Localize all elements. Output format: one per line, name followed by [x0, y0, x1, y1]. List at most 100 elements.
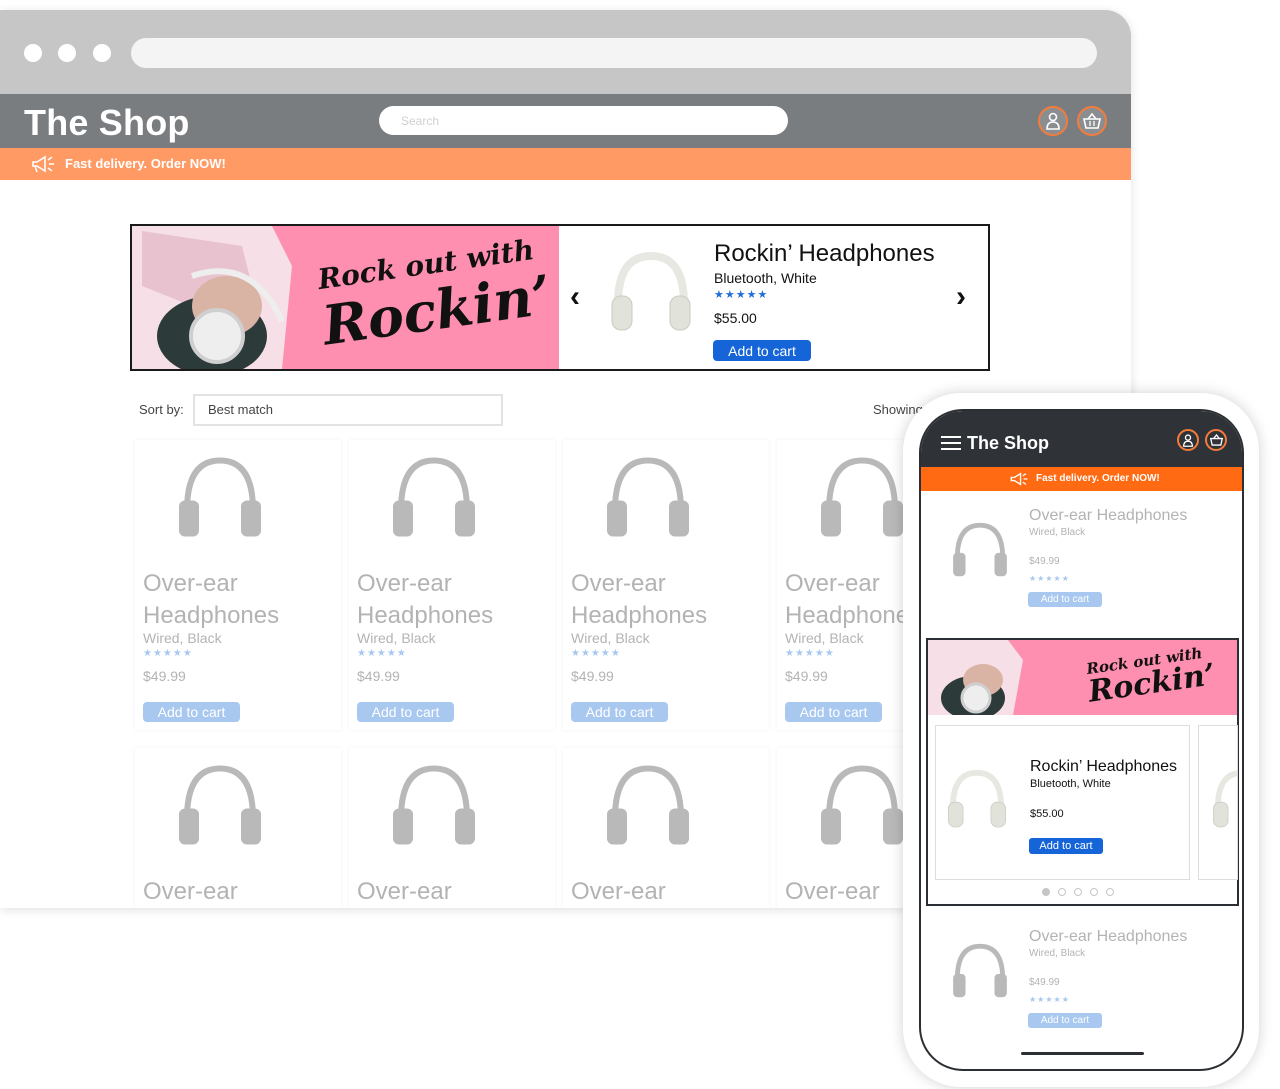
mobile-hero-product-price: $55.00	[1030, 808, 1064, 820]
product-name[interactable]: Over-ear	[357, 876, 557, 908]
carousel-dot[interactable]	[1058, 888, 1066, 896]
carousel-dot[interactable]	[1074, 888, 1082, 896]
headphones-icon	[821, 765, 903, 845]
headphones-icon	[179, 765, 261, 845]
product-name[interactable]: Over-ear Headphones	[1029, 507, 1187, 525]
mobile-product-card[interactable]: Over-ear Headphones Wired, Black $49.99 …	[921, 497, 1242, 627]
product-card[interactable]: Over-ear	[349, 748, 555, 908]
user-icon[interactable]	[1038, 106, 1068, 136]
product-name[interactable]: Over-ear Headphones	[571, 568, 771, 632]
product-price: $49.99	[143, 668, 186, 684]
chevron-right-icon[interactable]: ›	[956, 280, 966, 314]
product-card[interactable]: Over-ear Headphones Wired, Black ★★★★★ $49.…	[349, 440, 555, 730]
headphones-icon	[607, 765, 689, 845]
hero-banner-image[interactable]: Rock out with Rockin’	[132, 226, 559, 369]
sort-select[interactable]: Best match	[193, 394, 503, 426]
mobile-shop-logo[interactable]: The Shop	[967, 433, 1049, 454]
product-price: $49.99	[357, 668, 400, 684]
mobile-hero-product-subtitle: Bluetooth, White	[1030, 778, 1111, 790]
product-spec: Wired, Black	[1029, 527, 1086, 538]
add-to-cart-button[interactable]: Add to cart	[1028, 1013, 1102, 1028]
rating-stars: ★★★★★	[571, 648, 621, 659]
headphones-icon	[953, 522, 1007, 577]
product-card[interactable]: Over-ear Headphones Wired, Black ★★★★★ $49.…	[563, 440, 769, 730]
search-input[interactable]	[379, 106, 788, 135]
product-name[interactable]: Over-ear Headphones	[143, 568, 343, 632]
mobile-hero-carousel: Rock out with Rockin’ Rockin’ Headphones…	[926, 638, 1239, 906]
mobile-product-card[interactable]: Over-ear Headphones Wired, Black $49.99 …	[921, 918, 1242, 1048]
mobile-hero-banner-image[interactable]: Rock out with Rockin’	[928, 640, 1237, 715]
carousel-dot[interactable]	[1106, 888, 1114, 896]
hero-product-subtitle: Bluetooth, White	[714, 270, 817, 286]
product-spec: Wired, Black	[357, 630, 436, 646]
megaphone-icon	[30, 154, 56, 177]
product-price: $49.99	[1029, 556, 1060, 567]
headphones-icon	[1213, 770, 1237, 828]
headphones-icon	[607, 457, 689, 537]
product-price: $49.99	[785, 668, 828, 684]
product-card[interactable]: Over-ear	[563, 748, 769, 908]
mobile-hero-next-card[interactable]	[1198, 725, 1238, 880]
add-to-cart-button[interactable]: Add to cart	[143, 702, 240, 722]
hero-carousel: Rock out with Rockin’ ‹ Rockin’ Headphon…	[130, 224, 990, 371]
mobile-phone-frame: The Shop Fast delivery. Order NOW! Over-…	[903, 393, 1259, 1087]
mobile-promo-banner[interactable]: Fast delivery. Order NOW!	[921, 467, 1242, 491]
sort-label: Sort by:	[139, 402, 184, 417]
product-spec: Wired, Black	[785, 630, 864, 646]
chevron-left-icon[interactable]: ‹	[570, 280, 580, 314]
headphones-icon	[393, 457, 475, 537]
product-name[interactable]: Over-ear	[143, 876, 343, 908]
basket-icon[interactable]	[1205, 429, 1227, 451]
mobile-promo-text: Fast delivery. Order NOW!	[1036, 473, 1160, 484]
window-close-dot[interactable]	[24, 44, 42, 62]
shop-header: The Shop	[0, 94, 1131, 148]
product-price: $49.99	[571, 668, 614, 684]
rating-stars: ★★★★★	[1029, 995, 1070, 1004]
browser-chrome	[0, 10, 1131, 94]
window-minimize-dot[interactable]	[58, 44, 76, 62]
product-name[interactable]: Over-ear	[571, 876, 771, 908]
megaphone-icon	[1010, 472, 1028, 486]
basket-icon[interactable]	[1077, 106, 1107, 136]
add-to-cart-button[interactable]: Add to cart	[357, 702, 454, 722]
user-icon[interactable]	[1177, 429, 1199, 451]
address-bar[interactable]	[131, 38, 1097, 68]
mobile-header: The Shop	[921, 411, 1242, 467]
rating-stars: ★★★★★	[785, 648, 835, 659]
hero-product-price: $55.00	[714, 310, 757, 326]
window-maximize-dot[interactable]	[93, 44, 111, 62]
add-to-cart-button[interactable]: Add to cart	[1028, 592, 1102, 607]
add-to-cart-button[interactable]: Add to cart	[571, 702, 668, 722]
headphones-icon	[393, 765, 475, 845]
carousel-dot[interactable]	[1090, 888, 1098, 896]
product-card[interactable]: Over-ear Headphones Wired, Black ★★★★★ $49.…	[135, 440, 341, 730]
headphones-icon	[821, 457, 903, 537]
rating-stars: ★★★★★	[1029, 574, 1070, 583]
carousel-dot[interactable]	[1042, 888, 1050, 896]
hero-add-to-cart-button[interactable]: Add to cart	[713, 340, 811, 361]
promo-banner[interactable]: Fast delivery. Order NOW!	[0, 148, 1131, 180]
hamburger-menu-icon[interactable]	[941, 435, 961, 451]
hero-rating-stars: ★★★★★	[714, 289, 769, 301]
promo-text: Fast delivery. Order NOW!	[65, 156, 226, 171]
headphones-icon	[611, 251, 691, 331]
headphones-icon	[948, 769, 1006, 828]
product-name[interactable]: Over-ear Headphones	[357, 568, 557, 632]
product-spec: Wired, Black	[571, 630, 650, 646]
rating-stars: ★★★★★	[143, 648, 193, 659]
rating-stars: ★★★★★	[357, 648, 407, 659]
carousel-pagination-dots[interactable]	[1042, 888, 1114, 896]
mobile-hero-product-card[interactable]: Rockin’ Headphones Bluetooth, White $55.…	[935, 725, 1190, 880]
mobile-screen: The Shop Fast delivery. Order NOW! Over-…	[919, 409, 1244, 1071]
mobile-hero-add-to-cart-button[interactable]: Add to cart	[1029, 838, 1103, 854]
product-name[interactable]: Over-ear Headphones	[1029, 928, 1187, 946]
headphones-icon	[953, 943, 1007, 998]
product-spec: Wired, Black	[143, 630, 222, 646]
home-indicator[interactable]	[1021, 1052, 1144, 1055]
add-to-cart-button[interactable]: Add to cart	[785, 702, 882, 722]
product-card[interactable]: Over-ear	[135, 748, 341, 908]
hero-product-title[interactable]: Rockin’ Headphones	[714, 240, 935, 268]
shop-logo[interactable]: The Shop	[24, 102, 190, 144]
mobile-hero-product-title[interactable]: Rockin’ Headphones	[1030, 758, 1177, 776]
headphones-icon	[179, 457, 261, 537]
